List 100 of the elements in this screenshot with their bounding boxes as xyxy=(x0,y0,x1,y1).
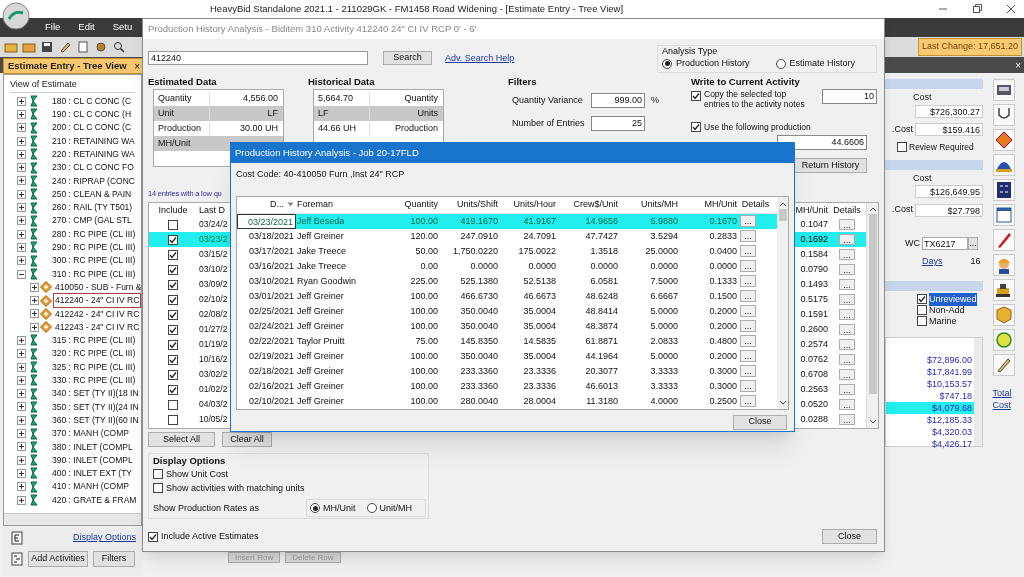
table-cell-text: 03/01/2021 xyxy=(247,289,295,303)
table-cell-text: 0.3000 xyxy=(708,379,738,393)
table-cell-text: 525.1380 xyxy=(459,274,499,288)
table-cell-text: 48.6248 xyxy=(584,289,619,303)
table-cell-text: 03/23/2 xyxy=(198,233,229,247)
table-cell-text: 280.0040 xyxy=(459,394,499,408)
table-cell-text: 0.1493 xyxy=(799,278,828,291)
field-label: Cost xyxy=(913,171,932,185)
amount-cell-text: $4,320.03 xyxy=(930,425,973,438)
unit-cost-field: $27.798 xyxy=(915,203,983,217)
table-cell-text: 3.5294 xyxy=(649,229,679,243)
table-cell-text: 175.0022 xyxy=(517,244,557,258)
table-cell-text: 24.7091 xyxy=(522,229,557,243)
table-cell-text: 28.0004 xyxy=(522,394,557,408)
table-cell-text: 50.00 xyxy=(414,244,439,258)
checkbox-label: Use the following production xyxy=(704,121,811,134)
table-cell-text: 03/10/2021 xyxy=(247,274,295,288)
table-cell-text: 4.0000 xyxy=(649,394,679,408)
amount-cell-text: $4,426.17 xyxy=(930,437,973,450)
table-cell-text: 145.8350 xyxy=(459,334,499,348)
column-header: Details xyxy=(832,203,862,217)
table-cell: Production xyxy=(369,121,443,136)
table-cell-text: 20.3077 xyxy=(584,364,619,378)
table-cell: Quantity xyxy=(369,91,443,106)
amount-cell-text: $747.18 xyxy=(938,389,973,402)
table-cell-text: 350.0040 xyxy=(459,304,499,318)
checkbox-label: Review Required xyxy=(909,141,974,154)
table-cell-text: 0.0000 xyxy=(527,259,557,273)
table-cell-text: 0.2574 xyxy=(799,338,828,351)
table-cell-text: 3.3333 xyxy=(649,364,679,378)
table-cell-text: LF xyxy=(317,106,330,120)
table-cell-text: 02/25/2021 xyxy=(247,304,295,318)
table-cell-text: 02/10/2 xyxy=(198,293,229,307)
table-cell-text: 0.0000 xyxy=(589,259,619,273)
amount-cell-text: $72,896.00 xyxy=(925,353,973,366)
table-cell-text: 61.8871 xyxy=(584,334,619,348)
table-cell-text: 0.1333 xyxy=(708,274,738,288)
table-cell-text: 0.1670 xyxy=(708,214,738,228)
table-cell-text: 75.00 xyxy=(414,334,439,348)
table-cell-text: 100.00 xyxy=(409,319,439,333)
group-title: Historical Data xyxy=(308,75,376,89)
table-cell-text: 0.6708 xyxy=(799,368,828,381)
table-cell-text: 0.2833 xyxy=(708,229,738,243)
table-cell-text: Jeff Greiner xyxy=(296,319,345,333)
table-cell-text: 0.0288 xyxy=(799,413,828,426)
table-cell-text: 0.3000 xyxy=(708,364,738,378)
table-cell-text: 35.0004 xyxy=(522,304,557,318)
checkbox-label: Show activities with matching units xyxy=(166,481,305,495)
table-cell-text: 46.6013 xyxy=(584,379,619,393)
table-cell-text: 0.1591 xyxy=(799,308,828,321)
cost-code-label: Cost Code: 40-410050 Furn ,Inst 24" RCP xyxy=(236,168,406,181)
radio-label: Unit/MH xyxy=(379,501,413,515)
table-cell-text: 247.0910 xyxy=(459,229,499,243)
table-cell-text: 6.0581 xyxy=(589,274,619,288)
table-cell-text: 0.1047 xyxy=(799,218,828,231)
table-cell-text: 0.1584 xyxy=(799,248,828,261)
table-cell-text: 23.3336 xyxy=(522,364,557,378)
radio-label: Production History xyxy=(676,57,750,70)
column-header: Include xyxy=(157,203,189,217)
table-cell-text: 14.9656 xyxy=(584,214,619,228)
table-cell-text: 01/19/2 xyxy=(198,338,229,352)
table-cell-text: 5.0000 xyxy=(649,349,679,363)
table-cell-text: 10/16/2 xyxy=(198,353,229,367)
table-cell-text: 04/03/2 xyxy=(198,398,229,412)
table-cell-text: 10/05/2 xyxy=(198,413,229,427)
table-cell-text: Jeff Greiner xyxy=(296,394,345,408)
table-cell-text: 6.6667 xyxy=(649,289,679,303)
table-cell: 4,556.00 xyxy=(209,91,283,106)
checkbox-label: Show Unit Cost xyxy=(166,467,229,481)
table-cell-text: 0.0000 xyxy=(708,259,738,273)
radio-label: MH/Unit xyxy=(323,501,356,515)
table-cell-text: 23.3336 xyxy=(522,379,557,393)
table-cell-text: Quantity xyxy=(157,91,193,105)
table-cell-text: 01/02/2 xyxy=(198,383,229,397)
table-cell-text: 100.00 xyxy=(409,304,439,318)
checkbox-label: Non-Add xyxy=(929,303,965,317)
table-cell-text: 48.8414 xyxy=(584,304,619,318)
table-cell-text: 03/02/2 xyxy=(198,368,229,382)
group-title: Display Options xyxy=(153,454,227,468)
checkbox-label: Marine xyxy=(929,314,957,328)
checkbox-label: Include Active Estimates xyxy=(161,530,259,543)
group-label: Analysis Type xyxy=(662,46,719,57)
table-cell-text: 0.2563 xyxy=(799,383,828,396)
table-cell-text: Jeff Greiner xyxy=(296,364,345,378)
table-cell-text: 02/22/2021 xyxy=(247,334,295,348)
table-cell-text: 0.0762 xyxy=(799,353,828,366)
column-header: MH/Unit xyxy=(794,203,828,217)
cost-field: $726,300.27 xyxy=(915,104,983,118)
table-cell-text: 44.1964 xyxy=(584,349,619,363)
table-cell-text: 100.00 xyxy=(409,364,439,378)
table-cell-text: 02/18/2021 xyxy=(247,364,295,378)
table-cell-text: 02/16/2021 xyxy=(247,379,295,393)
table-cell-text: 0.0400 xyxy=(708,244,738,258)
table-cell-text: 233.3360 xyxy=(459,379,499,393)
cost-field: $126,649.95 xyxy=(915,185,983,199)
table-cell-text: 0.2500 xyxy=(708,394,738,408)
table-cell-text: 120.00 xyxy=(409,229,439,243)
table-cell-text: 0.4800 xyxy=(708,334,738,348)
column-header: Last D xyxy=(198,203,226,217)
table-cell-text: 7.5000 xyxy=(649,274,679,288)
